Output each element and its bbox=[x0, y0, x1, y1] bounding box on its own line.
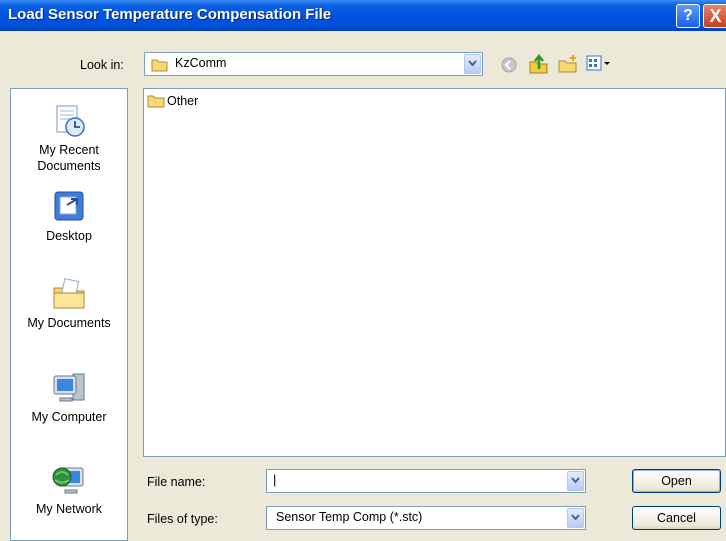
my-computer-icon bbox=[53, 373, 85, 402]
look-in-dropdown-arrow[interactable] bbox=[464, 54, 481, 74]
recent-documents-icon bbox=[56, 105, 85, 137]
views-menu-icon[interactable] bbox=[586, 55, 612, 73]
file-type-dropdown[interactable]: Sensor Temp Comp (*.stc) bbox=[266, 506, 586, 530]
open-button[interactable]: Open bbox=[632, 469, 721, 493]
help-button[interactable]: ? bbox=[676, 4, 700, 28]
place-my-computer[interactable]: My Computer bbox=[11, 370, 127, 425]
place-label-line1: My Documents bbox=[27, 316, 111, 330]
look-in-dropdown[interactable]: KzComm bbox=[144, 52, 483, 76]
place-label-line1: My Network bbox=[36, 502, 102, 516]
file-name-label: File name: bbox=[147, 475, 206, 489]
folder-icon bbox=[151, 59, 168, 72]
place-label-line2: Documents bbox=[37, 159, 101, 173]
place-label-line1: My Computer bbox=[31, 410, 107, 424]
title-bar[interactable]: Load Sensor Temperature Compensation Fil… bbox=[0, 0, 726, 31]
my-documents-icon bbox=[53, 278, 85, 309]
file-name: Other bbox=[167, 94, 199, 108]
chevron-down-icon bbox=[571, 477, 580, 484]
file-type-value: Sensor Temp Comp (*.stc) bbox=[276, 510, 423, 524]
folder-icon bbox=[147, 95, 165, 108]
cancel-button[interactable]: Cancel bbox=[632, 506, 721, 530]
look-in-value: KzComm bbox=[175, 56, 227, 70]
chevron-down-icon bbox=[468, 60, 477, 67]
places-bar: My Recent Documents Desktop My Documents… bbox=[10, 88, 128, 541]
file-type-label: Files of type: bbox=[147, 512, 218, 526]
place-desktop[interactable]: Desktop bbox=[11, 189, 127, 244]
file-name-dropdown-arrow[interactable] bbox=[567, 471, 584, 491]
look-in-label: Look in: bbox=[80, 58, 124, 72]
up-folder-icon[interactable] bbox=[528, 53, 550, 75]
place-my-documents[interactable]: My Documents bbox=[11, 276, 127, 331]
new-folder-icon[interactable] bbox=[557, 54, 579, 74]
back-icon[interactable] bbox=[500, 56, 518, 74]
text-cursor: | bbox=[273, 472, 277, 487]
file-type-dropdown-arrow[interactable] bbox=[567, 508, 584, 528]
window-title: Load Sensor Temperature Compensation Fil… bbox=[8, 6, 332, 23]
place-my-recent-documents[interactable]: My Recent Documents bbox=[11, 103, 127, 174]
chevron-down-icon bbox=[571, 514, 580, 521]
place-label-line1: My Recent bbox=[39, 143, 99, 157]
file-list[interactable]: Other bbox=[143, 88, 726, 457]
list-item[interactable]: Other bbox=[147, 94, 198, 108]
file-name-field[interactable]: | bbox=[266, 469, 586, 493]
desktop-icon bbox=[54, 191, 84, 221]
close-button[interactable]: X bbox=[703, 4, 726, 28]
place-label-line1: Desktop bbox=[46, 229, 92, 243]
network-icon bbox=[52, 467, 84, 494]
place-my-network[interactable]: My Network bbox=[11, 462, 127, 517]
